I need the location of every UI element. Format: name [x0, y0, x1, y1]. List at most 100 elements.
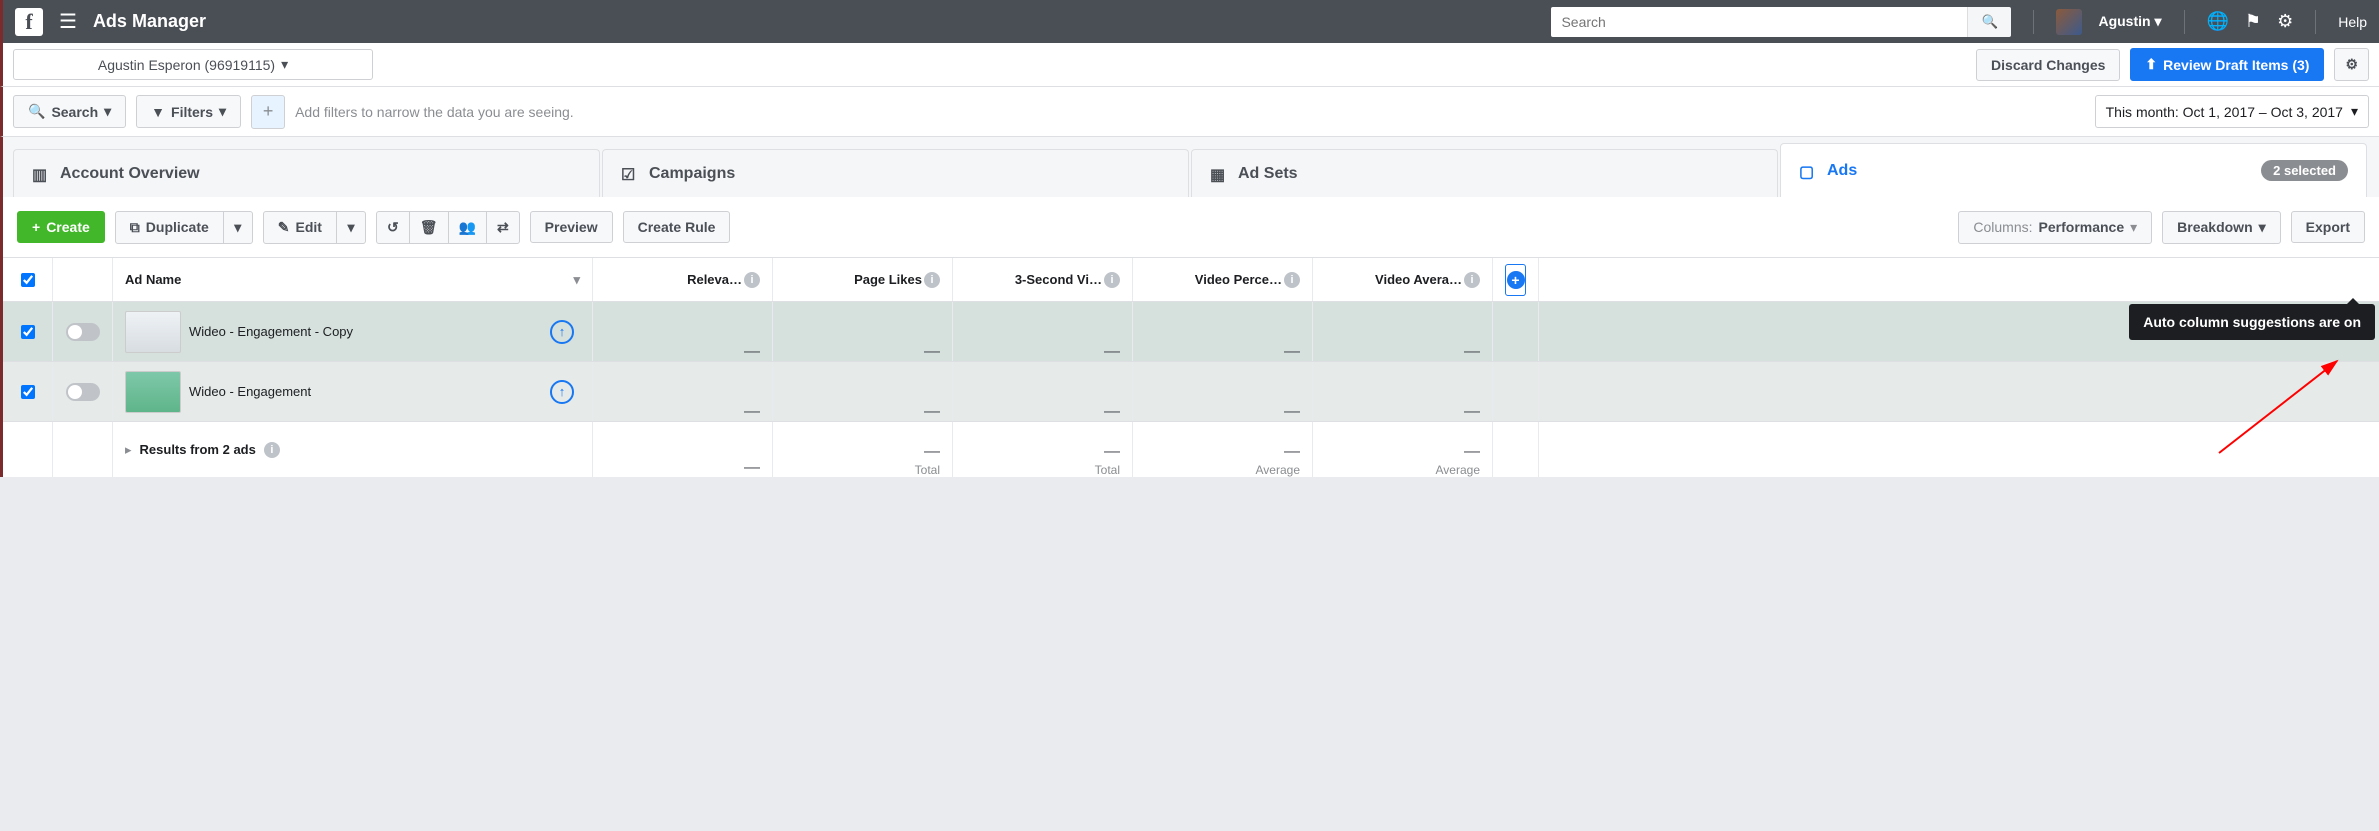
chevron-down-icon: ▾	[234, 219, 241, 236]
revert-button[interactable]: ↺	[376, 211, 410, 244]
filters-dropdown-button[interactable]: ▼ Filters ▾	[136, 95, 241, 128]
chevron-down-icon: ▾	[2259, 219, 2266, 236]
header-label: Ad Name	[125, 272, 181, 287]
account-settings-button[interactable]: ⚙	[2334, 48, 2369, 81]
level-tabs: ▥ Account Overview ☑ Campaigns ▦ Ad Sets…	[0, 137, 2379, 197]
ad-name: Wideo - Engagement - Copy	[189, 324, 353, 339]
delete-button[interactable]: 🗑	[409, 211, 449, 244]
export-button[interactable]: Export	[2291, 211, 2365, 243]
cell-value: —	[924, 403, 940, 421]
row-name-cell[interactable]: Wideo - Engagement ↑	[113, 362, 593, 421]
date-range-label: This month: Oct 1, 2017 – Oct 3, 2017	[2106, 104, 2343, 120]
header-label: Video Avera…	[1375, 272, 1462, 287]
search-icon: 🔍	[1982, 14, 1999, 29]
swap-icon: ⇄	[497, 219, 509, 236]
hamburger-menu-icon[interactable]: ☰	[59, 9, 77, 34]
columns-dropdown[interactable]: Columns: Performance ▾	[1958, 211, 2152, 244]
discard-changes-button[interactable]: Discard Changes	[1976, 49, 2120, 81]
date-range-selector[interactable]: This month: Oct 1, 2017 – Oct 3, 2017 ▾	[2095, 95, 2369, 128]
column-header-3sec-video[interactable]: 3-Second Vi… i	[953, 258, 1133, 301]
tab-ads[interactable]: ▢ Ads 2 selected	[1780, 143, 2367, 197]
chevron-right-icon[interactable]: ▸	[125, 442, 132, 458]
row-checkbox[interactable]	[21, 385, 35, 399]
add-column-cell: +	[1493, 258, 1539, 301]
chevron-down-icon: ▾	[104, 103, 111, 120]
tab-ad-sets[interactable]: ▦ Ad Sets	[1191, 149, 1778, 197]
row-toggle[interactable]	[66, 383, 100, 401]
info-icon: i	[1284, 272, 1300, 288]
user-avatar[interactable]	[2056, 9, 2082, 35]
export-import-button[interactable]: ⇄	[486, 211, 520, 244]
tab-campaigns[interactable]: ☑ Campaigns	[602, 149, 1189, 197]
settings-gear-icon[interactable]: ⚙	[2277, 11, 2293, 32]
account-selector[interactable]: Agustin Esperon (96919115) ▾	[13, 49, 373, 80]
cell-sublabel: Average	[1436, 463, 1480, 477]
column-header-video-average[interactable]: Video Avera… i	[1313, 258, 1493, 301]
row-toggle[interactable]	[66, 323, 100, 341]
table-footer-row: ▸ Results from 2 ads i — — Total — Total…	[3, 421, 2379, 477]
duplicate-group: ⧉ Duplicate ▾	[115, 211, 253, 244]
global-search: 🔍	[1551, 7, 2011, 37]
campaign-icon: ☑	[621, 165, 639, 183]
search-button[interactable]: 🔍	[1967, 7, 2011, 37]
search-input[interactable]	[1551, 7, 1967, 37]
table-row: Wideo - Engagement ↑ — — — — —	[3, 361, 2379, 421]
tab-account-overview[interactable]: ▥ Account Overview	[13, 149, 600, 197]
create-button[interactable]: + Create	[17, 211, 105, 243]
edit-dropdown[interactable]: ▾	[336, 211, 366, 244]
search-dropdown-button[interactable]: 🔍 Search ▾	[13, 95, 126, 128]
row-name-cell[interactable]: Wideo - Engagement - Copy ↑	[113, 302, 593, 361]
column-header-page-likes[interactable]: Page Likes i	[773, 258, 953, 301]
globe-icon[interactable]: 🌐	[2207, 11, 2229, 32]
column-header-name[interactable]: Ad Name ▾	[113, 258, 593, 301]
column-header-video-percent[interactable]: Video Perce… i	[1133, 258, 1313, 301]
preview-button[interactable]: Preview	[530, 211, 613, 243]
footer-label: Results from 2 ads	[140, 442, 256, 457]
add-column-button[interactable]: +	[1505, 264, 1526, 296]
edit-button[interactable]: ✎ Edit	[263, 211, 337, 244]
cell-sublabel: Total	[915, 463, 940, 477]
help-link[interactable]: Help	[2338, 14, 2367, 30]
pending-upload-icon: ↑	[550, 380, 574, 404]
cell-value: —	[1284, 343, 1300, 361]
column-header-relevance[interactable]: Releva… i	[593, 258, 773, 301]
user-name-dropdown[interactable]: Agustin ▾	[2098, 13, 2161, 30]
duplicate-dropdown[interactable]: ▾	[223, 211, 253, 244]
select-all-checkbox[interactable]	[21, 273, 35, 287]
pencil-icon: ✎	[278, 219, 290, 236]
footer-summary-cell: ▸ Results from 2 ads i	[113, 422, 593, 477]
cell-value: —	[1464, 443, 1480, 461]
breakdown-dropdown[interactable]: Breakdown ▾	[2162, 211, 2281, 244]
header-label: Page Likes	[854, 272, 922, 287]
chevron-down-icon: ▾	[2154, 13, 2161, 29]
tab-label: Ad Sets	[1238, 165, 1298, 183]
selection-count-badge: 2 selected	[2261, 160, 2348, 181]
edit-label: Edit	[296, 219, 322, 235]
breakdown-label: Breakdown	[2177, 219, 2252, 235]
trash-icon: 🗑	[420, 219, 438, 236]
info-icon: i	[1104, 272, 1120, 288]
chevron-down-icon: ▾	[2351, 103, 2358, 120]
tab-label: Ads	[1827, 162, 1857, 180]
account-selector-label: Agustin Esperon (96919115)	[98, 57, 275, 73]
flag-icon[interactable]: ⚑	[2245, 11, 2261, 32]
add-filter-button[interactable]: +	[251, 95, 285, 129]
search-icon: 🔍	[28, 103, 45, 120]
header-label: Video Perce…	[1195, 272, 1282, 287]
columns-prefix: Columns:	[1973, 219, 2032, 235]
assign-button[interactable]: 👥	[448, 211, 487, 244]
row-checkbox[interactable]	[21, 325, 35, 339]
info-icon: i	[1464, 272, 1480, 288]
create-rule-button[interactable]: Create Rule	[623, 211, 731, 243]
duplicate-button[interactable]: ⧉ Duplicate	[115, 211, 224, 244]
ad-name: Wideo - Engagement	[189, 384, 311, 399]
facebook-logo-icon[interactable]: f	[15, 8, 43, 36]
cell-value: —	[1104, 443, 1120, 461]
chevron-down-icon: ▾	[219, 103, 226, 120]
review-draft-items-button[interactable]: ⬆ Review Draft Items (3)	[2130, 48, 2324, 81]
filter-icon: ▼	[151, 104, 165, 120]
table-row: Wideo - Engagement - Copy ↑ — — — — —	[3, 301, 2379, 361]
filters-label: Filters	[171, 104, 213, 120]
ads-table: Ad Name ▾ Releva… i Page Likes i 3-Secon…	[0, 257, 2379, 477]
info-icon: i	[264, 442, 280, 458]
